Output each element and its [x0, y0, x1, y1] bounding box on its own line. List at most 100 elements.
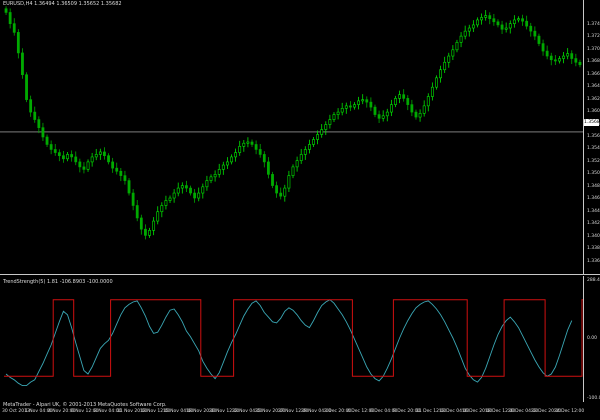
- candle: [312, 137, 315, 147]
- copyright-label: MetaTrader - Alpari UK, © 2001-2013 Meta…: [3, 402, 167, 408]
- candle: [53, 143, 57, 156]
- candle: [558, 56, 561, 64]
- candle: [357, 96, 360, 110]
- candle: [254, 140, 258, 155]
- candle: [471, 20, 475, 33]
- candle: [570, 50, 574, 65]
- candle: [353, 102, 356, 110]
- candle: [521, 14, 524, 26]
- candle: [476, 17, 479, 28]
- candle: [336, 108, 340, 120]
- indicator-pane[interactable]: [0, 276, 595, 401]
- candle: [37, 116, 41, 134]
- candle: [267, 157, 270, 179]
- candle: [119, 168, 123, 182]
- candle: [12, 18, 16, 36]
- price-chart-pane[interactable]: [0, 0, 583, 274]
- price-scale-label: 1.3600: [587, 109, 600, 115]
- candle: [443, 56, 447, 73]
- candle: [16, 29, 20, 59]
- time-scale-label: 24 Dec 12:00: [554, 409, 585, 414]
- candle: [459, 32, 463, 48]
- candle: [500, 20, 504, 35]
- candle: [344, 102, 348, 114]
- candle: [131, 189, 135, 211]
- candle: [172, 189, 176, 203]
- candle: [230, 154, 233, 165]
- candle: [250, 139, 254, 147]
- price-scale-label: 1.3480: [587, 183, 600, 189]
- candle: [422, 100, 426, 117]
- candle: [488, 12, 492, 25]
- indicator-scale-label: 0.00: [587, 336, 598, 341]
- candle: [168, 195, 172, 204]
- candle: [295, 156, 299, 172]
- candle: [74, 151, 78, 166]
- candle: [394, 95, 397, 108]
- price-scale-label: 1.3700: [587, 46, 600, 52]
- candle: [164, 195, 168, 210]
- candle: [373, 104, 377, 118]
- candle: [348, 101, 352, 112]
- candle: [484, 10, 488, 21]
- candle: [553, 55, 557, 66]
- price-scale-label: 1.3420: [587, 221, 600, 227]
- candle: [328, 114, 332, 129]
- candle: [135, 200, 139, 222]
- price-scale-label: 1.3440: [587, 208, 600, 214]
- candle: [365, 96, 369, 108]
- price-scale-label: 1.3720: [587, 34, 600, 40]
- candle: [62, 150, 65, 163]
- candle: [205, 175, 209, 191]
- candle: [545, 45, 549, 60]
- candle: [574, 53, 578, 67]
- candle: [480, 13, 483, 25]
- candle: [213, 170, 217, 182]
- candle: [447, 52, 451, 68]
- candle: [226, 157, 229, 170]
- candle: [496, 19, 500, 28]
- candle: [529, 22, 533, 37]
- indicator-scale-label: -100.0000: [587, 396, 600, 401]
- indicator-axis-line: [583, 276, 584, 402]
- candle: [385, 108, 389, 122]
- price-scale-label: 1.3500: [587, 171, 600, 177]
- candle: [537, 33, 541, 47]
- candle: [148, 227, 151, 238]
- oscillator-line: [5, 299, 573, 387]
- candle: [562, 52, 565, 64]
- price-scale-label: 1.3660: [587, 71, 600, 77]
- candle: [566, 48, 570, 60]
- candle: [189, 185, 192, 196]
- candle: [221, 161, 225, 175]
- candle: [94, 148, 98, 161]
- price-scale-label: 1.3360: [587, 258, 600, 264]
- candle: [508, 20, 512, 34]
- price-scale-label: 1.3740: [587, 21, 600, 27]
- candle: [238, 140, 242, 156]
- candle: [33, 106, 37, 123]
- candle: [299, 148, 303, 164]
- candle: [246, 137, 250, 148]
- candle: [197, 187, 201, 202]
- candle: [271, 171, 274, 189]
- trend-strength-chart[interactable]: [0, 276, 595, 401]
- candle: [320, 124, 324, 138]
- candle: [279, 187, 283, 200]
- candle: [160, 202, 164, 218]
- candle: [398, 90, 401, 104]
- candlestick-chart[interactable]: [0, 0, 583, 274]
- candle: [234, 148, 238, 162]
- pane-divider[interactable]: [0, 274, 600, 275]
- candle: [455, 39, 459, 53]
- price-scale-label: 1.3680: [587, 59, 600, 65]
- candle: [549, 52, 553, 66]
- candle: [381, 110, 385, 122]
- candle: [578, 59, 582, 68]
- candle: [25, 72, 28, 103]
- candle: [389, 99, 393, 117]
- candle: [193, 189, 197, 203]
- candle: [467, 24, 471, 37]
- candle: [103, 147, 106, 160]
- candle: [533, 26, 537, 41]
